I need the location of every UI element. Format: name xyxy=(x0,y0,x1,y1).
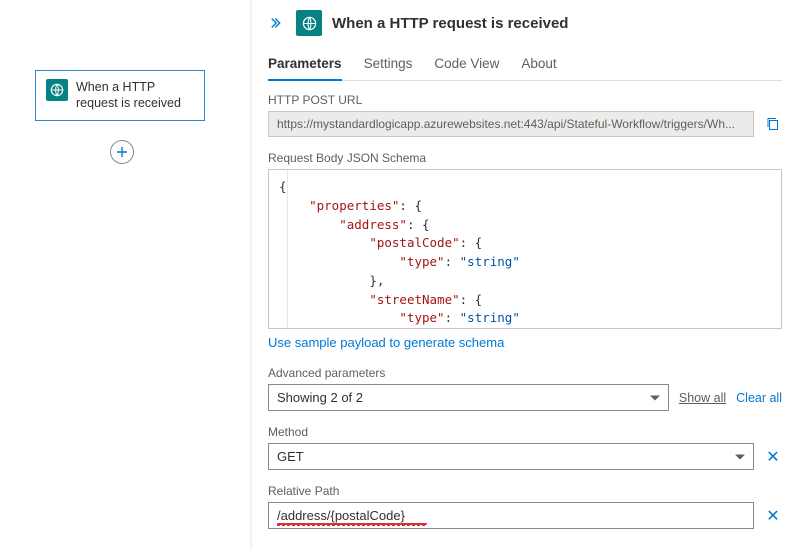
collapse-panel-button[interactable] xyxy=(268,14,286,32)
relative-path-input[interactable]: /address/{postalCode} xyxy=(268,502,754,529)
method-label: Method xyxy=(268,425,782,439)
schema-editor[interactable]: { "properties": { "address": { "postalCo… xyxy=(268,169,782,329)
method-select[interactable]: GET xyxy=(268,443,754,470)
panel-title: When a HTTP request is received xyxy=(332,15,568,32)
add-step-button[interactable] xyxy=(110,140,134,164)
advanced-params-select[interactable]: Showing 2 of 2 xyxy=(268,384,669,411)
relative-path-label: Relative Path xyxy=(268,484,782,498)
remove-method-button[interactable]: ✕ xyxy=(764,447,782,467)
panel-tabs: Parameters Settings Code View About xyxy=(268,50,782,81)
spellcheck-underline xyxy=(277,523,427,525)
clear-all-link[interactable]: Clear all xyxy=(736,391,782,405)
details-panel: When a HTTP request is received Paramete… xyxy=(250,0,800,550)
trigger-node[interactable]: When a HTTP request is received xyxy=(35,70,205,121)
tab-parameters[interactable]: Parameters xyxy=(268,50,342,81)
copy-url-button[interactable] xyxy=(764,115,782,133)
trigger-node-label: When a HTTP request is received xyxy=(76,79,194,112)
post-url-label: HTTP POST URL xyxy=(268,93,782,107)
tab-settings[interactable]: Settings xyxy=(364,50,413,80)
post-url-value: https://mystandardlogicapp.azurewebsites… xyxy=(268,111,754,137)
schema-label: Request Body JSON Schema xyxy=(268,151,782,165)
tab-code-view[interactable]: Code View xyxy=(434,50,499,80)
advanced-params-label: Advanced parameters xyxy=(268,366,782,380)
relative-path-value: /address/{postalCode} xyxy=(277,508,405,523)
remove-relative-path-button[interactable]: ✕ xyxy=(764,506,782,526)
panel-divider xyxy=(250,0,252,550)
workflow-canvas: When a HTTP request is received xyxy=(0,0,250,550)
http-trigger-icon xyxy=(296,10,322,36)
show-all-link[interactable]: Show all xyxy=(679,391,726,405)
http-trigger-icon xyxy=(46,79,68,101)
advanced-params-value: Showing 2 of 2 xyxy=(277,390,363,405)
use-sample-payload-link[interactable]: Use sample payload to generate schema xyxy=(268,335,504,350)
tab-about[interactable]: About xyxy=(521,50,556,80)
method-value: GET xyxy=(277,449,304,464)
